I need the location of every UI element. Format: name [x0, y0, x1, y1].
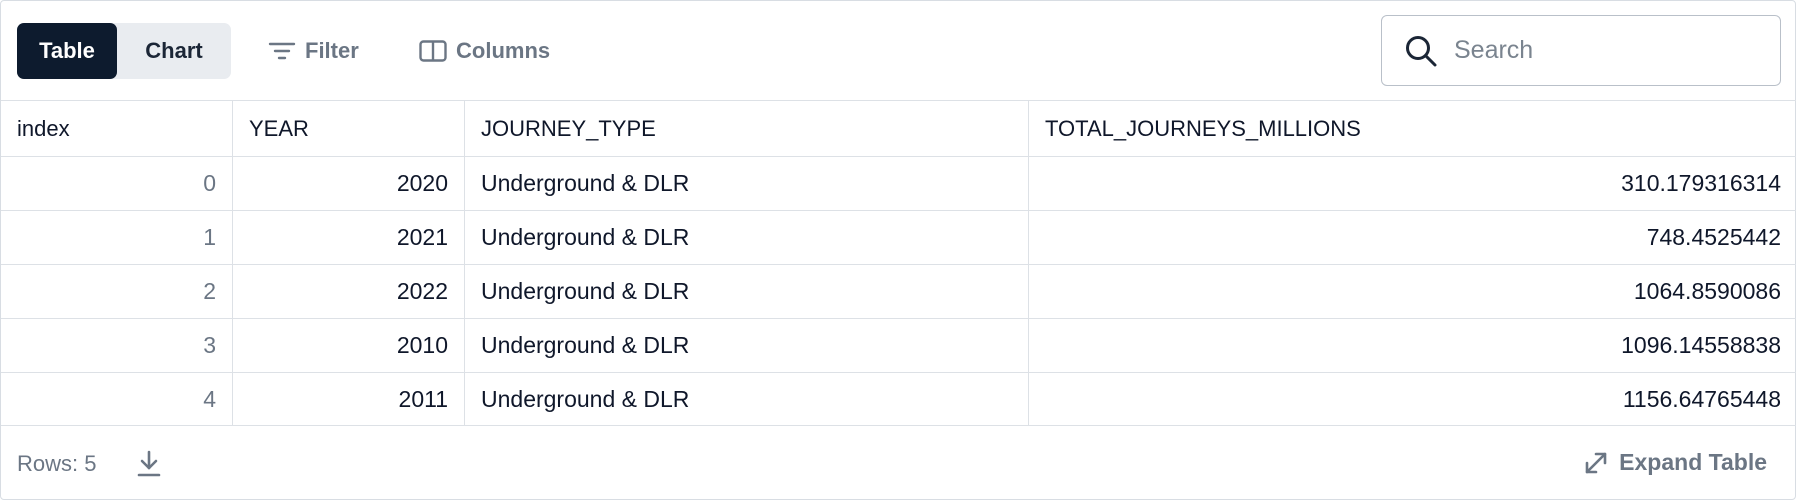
index-cell: 0	[1, 157, 233, 210]
total-journeys-cell: 1096.14558838	[1621, 332, 1781, 358]
journey-type-cell: Underground & DLR	[465, 319, 1029, 372]
total-journeys-cell: 1064.8590086	[1633, 278, 1781, 304]
expand-icon	[1585, 452, 1607, 473]
index-cell: 4	[1, 373, 233, 425]
expand-table-button[interactable]: Expand Table	[1583, 449, 1767, 476]
table-view-button[interactable]: Table	[17, 23, 117, 79]
year-cell: 2020	[233, 157, 465, 210]
column-header-total-journeys-millions[interactable]: TOTAL_JOURNEYS_MILLIONS	[1029, 101, 1796, 156]
year-cell: 2010	[233, 319, 465, 372]
column-header-index[interactable]: index	[1, 101, 233, 156]
column-header-journey-type[interactable]: JOURNEY_TYPE	[465, 101, 1029, 156]
download-icon	[137, 450, 161, 477]
index-cell: 2	[1, 265, 233, 318]
journey-type-cell: Underground & DLR	[465, 265, 1029, 318]
index-cell: 1	[1, 211, 233, 264]
row-count-label: Rows: 5	[17, 451, 97, 476]
toolbar: Table Chart Filter Columns	[1, 1, 1796, 101]
table-row: 3 2010 Underground & DLR 1096.14558838	[1, 318, 1796, 372]
table-footer: Rows: 5 Expand Table	[1, 429, 1796, 501]
table-row: 0 2020 Underground & DLR 310.179316314	[1, 156, 1796, 210]
expand-table-label: Expand Table	[1619, 449, 1767, 475]
data-table-panel: Table Chart Filter Columns Search index …	[0, 0, 1796, 500]
data-table: index YEAR JOURNEY_TYPE TOTAL_JOURNEYS_M…	[1, 100, 1796, 426]
total-journeys-cell: 1156.64765448	[1622, 385, 1781, 412]
filter-label: Filter	[305, 38, 359, 63]
year-cell: 2021	[233, 211, 465, 264]
table-row: 1 2021 Underground & DLR 748.4525442	[1, 210, 1796, 264]
column-header-year[interactable]: YEAR	[233, 101, 465, 156]
journey-type-cell: Underground & DLR	[465, 373, 1029, 425]
search-input[interactable]	[1454, 36, 1754, 65]
filter-button[interactable]: Filter	[267, 31, 359, 71]
columns-label: Columns	[456, 38, 551, 63]
journey-type-cell: Underground & DLR	[465, 211, 1029, 264]
filter-icon	[268, 42, 296, 60]
chart-view-button[interactable]: Chart	[117, 23, 231, 79]
download-button[interactable]	[135, 449, 163, 484]
year-cell: 2022	[233, 265, 465, 318]
view-toggle: Table Chart	[17, 23, 231, 79]
columns-icon	[419, 40, 447, 62]
table-row: 2 2022 Underground & DLR 1064.8590086	[1, 264, 1796, 318]
total-journeys-cell: 748.4525442	[1646, 224, 1781, 250]
total-journeys-cell: 310.179316314	[1621, 170, 1781, 196]
search-box[interactable]	[1381, 15, 1781, 86]
search-icon	[1406, 35, 1437, 66]
table-header-row: index YEAR JOURNEY_TYPE TOTAL_JOURNEYS_M…	[1, 100, 1796, 156]
year-cell: 2011	[233, 373, 465, 425]
index-cell: 3	[1, 319, 233, 372]
table-row: 4 2011 Underground & DLR 1156.64765448	[1, 372, 1796, 426]
journey-type-cell: Underground & DLR	[465, 157, 1029, 210]
columns-button[interactable]: Columns	[418, 31, 550, 71]
